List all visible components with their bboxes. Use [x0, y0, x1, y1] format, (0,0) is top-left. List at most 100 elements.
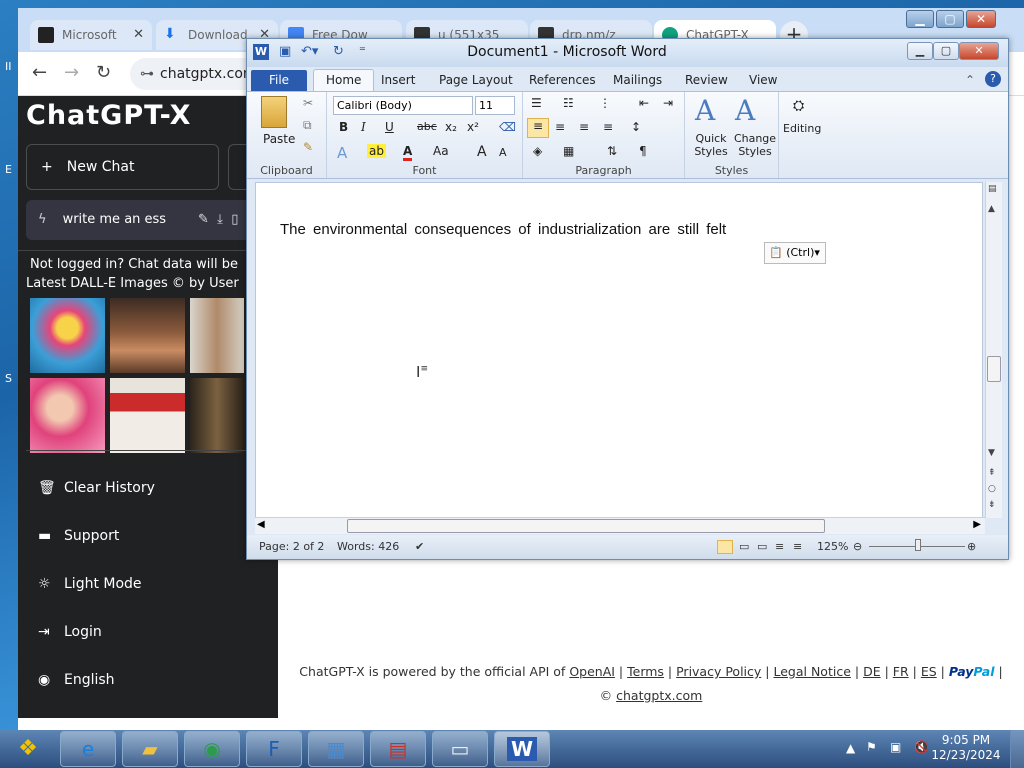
- maximize-button[interactable]: ▢: [933, 42, 959, 60]
- quick-styles-icon[interactable]: A: [695, 94, 715, 127]
- media-button[interactable]: ◉: [184, 731, 240, 767]
- menu-language[interactable]: ◉ English: [26, 658, 278, 702]
- web-layout-icon[interactable]: ▭: [757, 540, 767, 553]
- tab-mailings[interactable]: Mailings: [613, 73, 662, 87]
- dalle-thumbnail[interactable]: [30, 378, 105, 453]
- close-icon[interactable]: ✕: [133, 27, 144, 42]
- control-panel-button[interactable]: ▦: [308, 731, 364, 767]
- menu-clear-history[interactable]: 🗑 Clear History: [26, 466, 278, 510]
- toolbox-button[interactable]: ▤: [370, 731, 426, 767]
- app-button[interactable]: F: [246, 731, 302, 767]
- paypal-link[interactable]: PayPal: [949, 664, 995, 679]
- superscript-button[interactable]: x²: [467, 120, 479, 134]
- change-styles-icon[interactable]: A: [735, 94, 755, 127]
- grow-font-icon[interactable]: A: [477, 144, 487, 160]
- ruler-toggle-icon[interactable]: ▤: [988, 184, 997, 194]
- dalle-thumbnail[interactable]: [190, 298, 244, 373]
- increase-indent-icon[interactable]: ⇥: [663, 96, 673, 110]
- editing-button[interactable]: Editing: [783, 122, 821, 135]
- terms-link[interactable]: Terms: [627, 664, 664, 679]
- decrease-indent-icon[interactable]: ⇤: [639, 96, 649, 110]
- quick-styles-button[interactable]: Quick Styles: [691, 132, 731, 158]
- cut-icon[interactable]: ✂: [303, 96, 313, 110]
- page-count[interactable]: Page: 2 of 2: [259, 540, 324, 553]
- font-size-combo[interactable]: 11: [475, 96, 515, 115]
- start-button[interactable]: ❖: [4, 730, 52, 768]
- proofing-icon[interactable]: ✔: [415, 540, 424, 553]
- justify-icon[interactable]: ≡: [603, 120, 613, 134]
- paste-icon[interactable]: [261, 96, 287, 128]
- site-info-icon[interactable]: ⊶: [140, 66, 154, 82]
- zoom-in-icon[interactable]: ⊕: [967, 540, 976, 553]
- horizontal-scrollbar[interactable]: ◀ ▶: [255, 517, 985, 534]
- clock[interactable]: 9:05 PM 12/23/2024: [930, 733, 1002, 763]
- select-browse-object-icon[interactable]: ○: [988, 484, 996, 494]
- scroll-left-icon[interactable]: ◀: [257, 519, 265, 530]
- shading-icon[interactable]: ◈: [533, 144, 542, 158]
- change-styles-button[interactable]: Change Styles: [733, 132, 777, 158]
- new-chat-button[interactable]: + New Chat: [26, 144, 219, 190]
- tab-view[interactable]: View: [749, 73, 777, 87]
- flag-icon[interactable]: ⚑: [866, 740, 877, 754]
- download-icon[interactable]: ⤓: [217, 212, 223, 227]
- tab-insert[interactable]: Insert: [381, 73, 415, 87]
- zoom-slider-thumb[interactable]: [915, 539, 921, 551]
- word-taskbar-button[interactable]: W: [494, 731, 550, 767]
- subscript-button[interactable]: x₂: [445, 120, 457, 134]
- menu-login[interactable]: ⇥ Login: [26, 610, 278, 654]
- tab-home[interactable]: Home: [313, 69, 375, 91]
- zoom-out-icon[interactable]: ⊖: [853, 540, 862, 553]
- minimize-button[interactable]: ▁: [907, 42, 933, 60]
- tab-references[interactable]: References: [529, 73, 596, 87]
- explorer-button[interactable]: ▰: [122, 731, 178, 767]
- address-bar[interactable]: ⊶ chatgptx.com: [130, 58, 260, 90]
- zoom-level[interactable]: 125%: [817, 540, 848, 553]
- tab-page-layout[interactable]: Page Layout: [439, 73, 513, 87]
- draft-icon[interactable]: ≡: [793, 540, 802, 553]
- multilevel-list-icon[interactable]: ⋮: [599, 96, 611, 110]
- scroll-down-icon[interactable]: ▼: [988, 448, 995, 458]
- internet-explorer-button[interactable]: e: [60, 731, 116, 767]
- previous-page-icon[interactable]: ⇞: [988, 468, 996, 478]
- computer-button[interactable]: ▭: [432, 731, 488, 767]
- privacy-link[interactable]: Privacy Policy: [676, 664, 761, 679]
- paste-button[interactable]: Paste: [263, 132, 295, 146]
- clear-formatting-icon[interactable]: ⌫: [499, 120, 516, 134]
- show-formatting-icon[interactable]: ¶: [639, 144, 647, 158]
- binoculars-icon[interactable]: ⛭: [793, 98, 804, 114]
- dalle-thumbnail[interactable]: [110, 298, 185, 373]
- legal-link[interactable]: Legal Notice: [773, 664, 850, 679]
- vertical-scroll-thumb[interactable]: [987, 356, 1001, 382]
- openai-link[interactable]: OpenAI: [569, 664, 615, 679]
- show-desktop-button[interactable]: [1010, 730, 1024, 768]
- document-page[interactable]: The environmental consequences of indust…: [255, 182, 983, 518]
- font-name-combo[interactable]: Calibri (Body): [333, 96, 473, 115]
- site-link[interactable]: chatgptx.com: [616, 688, 702, 703]
- lang-es-link[interactable]: ES: [921, 664, 937, 679]
- change-case-icon[interactable]: Aa: [433, 144, 449, 158]
- menu-light-mode[interactable]: ☼ Light Mode: [26, 562, 278, 606]
- browser-tab[interactable]: Microsoft ✕: [30, 20, 152, 50]
- scroll-right-icon[interactable]: ▶: [973, 519, 981, 530]
- strikethrough-button[interactable]: abc: [417, 120, 437, 133]
- sort-icon[interactable]: ⇅: [607, 144, 617, 158]
- format-painter-icon[interactable]: ✎: [303, 140, 313, 154]
- collapse-ribbon-icon[interactable]: ⌃: [965, 73, 975, 87]
- next-page-icon[interactable]: ⇟: [988, 500, 996, 510]
- full-screen-reading-icon[interactable]: ▭: [739, 540, 749, 553]
- reload-icon[interactable]: ↻: [96, 62, 111, 83]
- numbering-icon[interactable]: ☷: [563, 96, 574, 110]
- history-item[interactable]: ϟ write me an ess ✎ ⤓ ▯: [26, 200, 278, 240]
- network-icon[interactable]: ▣: [890, 740, 901, 754]
- lang-fr-link[interactable]: FR: [893, 664, 909, 679]
- shrink-font-icon[interactable]: A: [499, 146, 507, 159]
- dalle-thumbnail[interactable]: [110, 378, 185, 453]
- close-button[interactable]: ✕: [959, 42, 999, 60]
- highlight-icon[interactable]: ab: [367, 144, 386, 158]
- tab-review[interactable]: Review: [685, 73, 728, 87]
- italic-button[interactable]: I: [361, 120, 366, 134]
- print-layout-icon[interactable]: [717, 540, 733, 554]
- lang-de-link[interactable]: DE: [863, 664, 881, 679]
- dalle-thumbnail[interactable]: [30, 298, 105, 373]
- word-count[interactable]: Words: 426: [337, 540, 399, 553]
